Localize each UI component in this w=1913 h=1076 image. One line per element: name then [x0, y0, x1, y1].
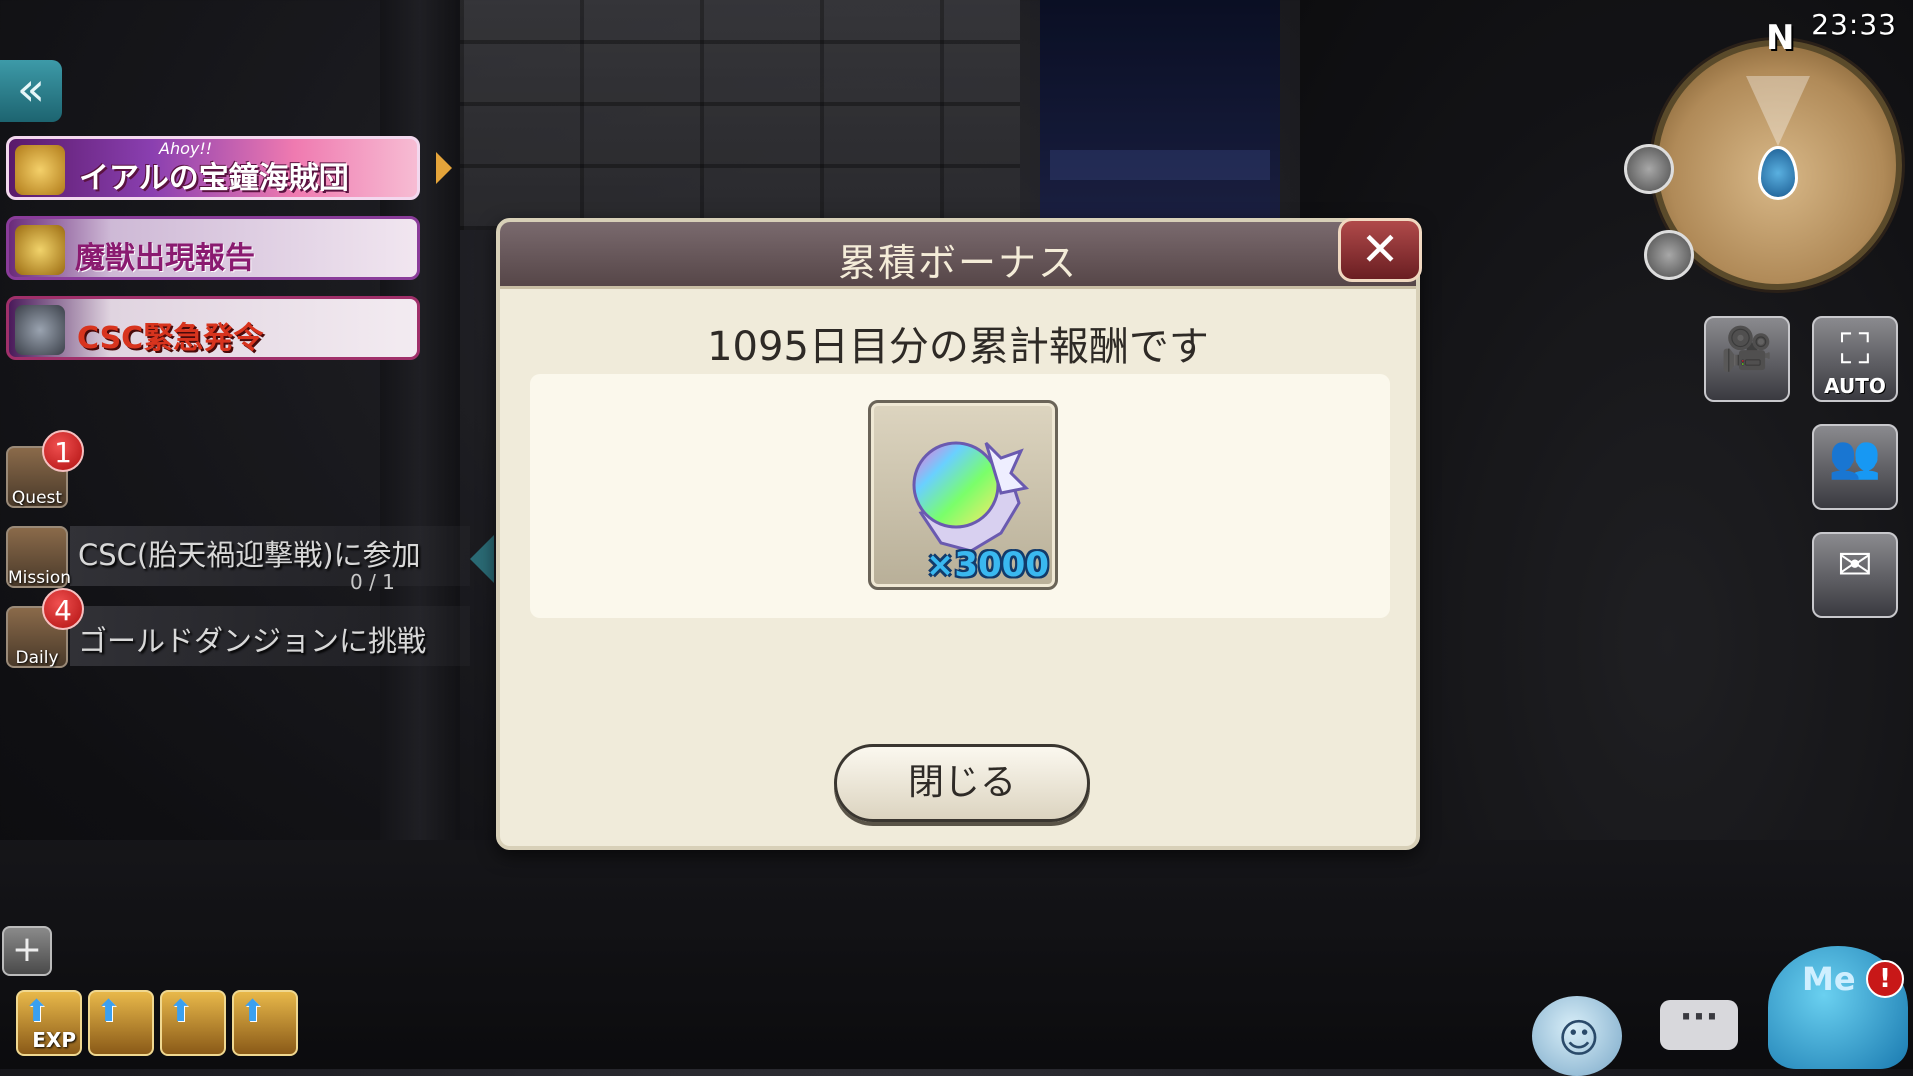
dialog-header: 累積ボーナス — [500, 222, 1416, 289]
guild-mail-icon: ✉ — [1837, 540, 1873, 589]
party-button[interactable]: 👥 — [1812, 424, 1898, 510]
auto-target-icon: ⛶ — [1840, 324, 1870, 373]
chat-bubble-icon: ··· — [1679, 997, 1719, 1037]
mission-button[interactable]: Mission — [6, 526, 72, 588]
party-icon: 👥 — [1828, 432, 1882, 481]
reward-panel: ×3000 — [530, 374, 1390, 618]
video-camera-icon: 🎥 — [1720, 324, 1774, 373]
mission-progress: 0 / 1 — [350, 570, 395, 594]
clock: 23:33 — [1811, 8, 1897, 41]
mission-text[interactable]: CSC(胎天禍迎撃戦)に参加 — [78, 532, 421, 574]
csc-emblem-icon — [15, 305, 65, 355]
guild-mail-button[interactable]: ✉ — [1812, 532, 1898, 618]
up-arrow-icon: ⬆ — [24, 994, 50, 1029]
close-icon: ✕ — [1360, 222, 1400, 276]
me-menu-button[interactable]: Me ! — [1768, 946, 1908, 1069]
close-button[interactable]: 閉じる — [834, 744, 1090, 822]
quest-badge: 1 — [42, 430, 84, 472]
shop-boost-button[interactable]: ⬆ — [232, 990, 298, 1056]
banner-label: CSC緊急発令 — [77, 321, 264, 356]
me-label: Me — [1802, 960, 1856, 998]
cumulative-bonus-dialog: 累積ボーナス 1095日目分の累計報酬です ×3000 閉じる — [496, 218, 1420, 850]
smile-icon: ☺ — [1558, 1016, 1600, 1062]
rainbow-crystal-icon — [912, 441, 1030, 553]
exp-boost-button[interactable]: ⬆ EXP — [16, 990, 82, 1056]
emote-button[interactable]: ☺ — [1532, 996, 1622, 1076]
banner-label: 魔獣出現報告 — [75, 241, 255, 276]
monster-mask-icon — [15, 225, 65, 275]
auto-label: AUTO — [1824, 374, 1886, 398]
camera-button[interactable]: 🎥 — [1704, 316, 1790, 402]
back-button[interactable]: « — [0, 60, 62, 122]
daily-text[interactable]: ゴールドダンジョンに挑戦 — [78, 618, 426, 660]
banner-expand-arrow-icon[interactable] — [436, 152, 452, 184]
daily-label: Daily — [15, 648, 59, 668]
auto-button[interactable]: ⛶ AUTO — [1812, 316, 1898, 402]
view-cone — [1746, 76, 1810, 146]
map-character-button[interactable] — [1644, 230, 1694, 280]
player-marker-icon — [1758, 146, 1798, 200]
add-shortcut-button[interactable]: + — [2, 926, 52, 976]
map-toggle-button[interactable] — [1624, 144, 1674, 194]
pirate-hat-icon — [15, 145, 65, 195]
gold-boost-button[interactable]: ⬆ — [88, 990, 154, 1056]
double-chevron-left-icon: « — [16, 62, 46, 116]
alert-badge: ! — [1866, 960, 1904, 998]
mission-label: Mission — [8, 568, 72, 588]
drop-boost-button[interactable]: ⬆ — [160, 990, 226, 1056]
banner-label: イアルの宝鐘海賊団 — [79, 161, 349, 196]
up-arrow-icon: ⬆ — [240, 994, 266, 1029]
up-arrow-icon: ⬆ — [168, 994, 194, 1029]
reward-item[interactable]: ×3000 — [868, 400, 1058, 590]
dialog-title: 累積ボーナス — [837, 241, 1078, 285]
chat-button[interactable]: ··· — [1660, 1000, 1738, 1050]
dialog-message: 1095日目分の累計報酬です — [707, 324, 1209, 370]
north-indicator: N — [1766, 18, 1795, 58]
event-banner-csc-emergency[interactable]: CSC緊急発令 — [6, 296, 420, 360]
exp-label: EXP — [32, 1028, 76, 1052]
up-arrow-icon: ⬆ — [96, 994, 122, 1029]
dialog-close-x-button[interactable]: ✕ — [1338, 218, 1422, 282]
event-banner-monster-report[interactable]: 魔獣出現報告 — [6, 216, 420, 280]
quest-label: Quest — [11, 488, 63, 508]
reward-quantity: ×3000 — [925, 545, 1049, 585]
event-banner-pirates[interactable]: Ahoy!! イアルの宝鐘海賊団 — [6, 136, 420, 200]
mission-tab-arrow-icon[interactable] — [470, 535, 494, 583]
